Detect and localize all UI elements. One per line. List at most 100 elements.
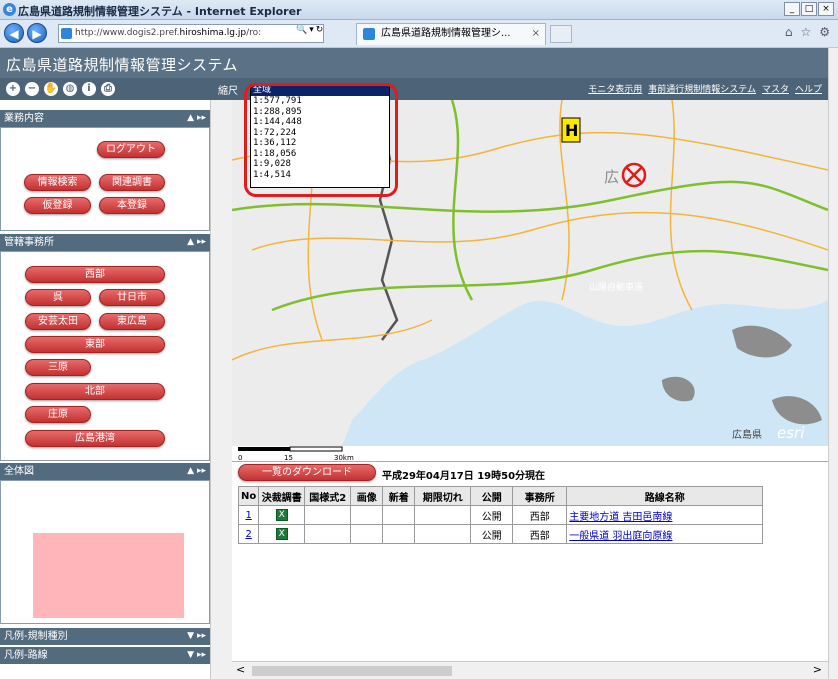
route-link[interactable]: 一般県道 羽出庭向原線 xyxy=(569,531,672,542)
col-new[interactable]: 新着 xyxy=(382,486,416,506)
office-west-button[interactable]: 西部 xyxy=(25,266,165,283)
panel-header-legend-route[interactable]: 凡例-路線 ▼ ▸▸ xyxy=(0,647,210,664)
page-scrollbar[interactable] xyxy=(828,48,838,679)
svg-text:0: 0 xyxy=(238,454,242,462)
panel-expand-icon[interactable]: ▼ ▸▸ xyxy=(187,647,206,664)
back-icon[interactable]: ◀ xyxy=(4,23,24,43)
col-expired[interactable]: 期限切れ xyxy=(414,486,472,506)
excel-icon[interactable]: X xyxy=(275,528,288,540)
page-icon xyxy=(61,28,72,39)
table-row[interactable]: 1 X 公開 西部 主要地方道 吉田邑南線 xyxy=(237,505,764,525)
logout-button[interactable]: ログアウト xyxy=(97,141,165,158)
col-image[interactable]: 画像 xyxy=(350,486,384,506)
col-decision[interactable]: 決裁調書 xyxy=(258,486,306,506)
cell-image xyxy=(350,505,384,525)
tab-close-icon[interactable]: × xyxy=(532,24,540,44)
print-icon[interactable]: ⎙ xyxy=(101,82,115,96)
office-east-button[interactable]: 東部 xyxy=(25,336,165,353)
horizontal-scrollbar[interactable]: < > xyxy=(232,661,828,679)
panel-header-business[interactable]: 業務内容 ▲ ▸▸ xyxy=(0,110,210,127)
overview-extent-box[interactable] xyxy=(33,533,184,618)
favorites-icon[interactable]: ☆ xyxy=(800,25,811,39)
zoom-in-icon[interactable]: + xyxy=(6,82,20,96)
panel-collapse-icon[interactable]: ▲ ▸▸ xyxy=(187,234,206,251)
settings-icon[interactable]: ⚙ xyxy=(819,25,830,39)
info-icon[interactable]: i xyxy=(82,82,96,96)
info-search-button[interactable]: 情報検索 xyxy=(24,174,91,191)
panel-collapse-icon[interactable]: ▲ ▸▸ xyxy=(187,463,206,480)
results-timestamp: 平成29年04月17日 19時50分現在 xyxy=(382,471,546,482)
favicon-icon xyxy=(363,28,375,40)
link-monitor[interactable]: モニタ表示用 xyxy=(588,82,642,95)
row-number-link[interactable]: 1 xyxy=(245,510,251,521)
cell-form2 xyxy=(304,505,352,525)
zoom-out-icon[interactable]: − xyxy=(25,82,39,96)
address-bar[interactable]: http://www.dogis2.pref.hiroshima.lg.jp/r… xyxy=(58,24,324,43)
panel-overview xyxy=(0,480,210,624)
panel-business: ログアウト 情報検索 関連調書 仮登録 本登録 xyxy=(0,127,210,231)
panel-header-legend-regulation[interactable]: 凡例-規制種別 ▼ ▸▸ xyxy=(0,628,210,645)
globe-icon[interactable]: ◍ xyxy=(63,82,77,96)
col-route[interactable]: 路線名称 xyxy=(566,486,764,506)
browser-tab[interactable]: 広島県道路規制情報管理シ... × xyxy=(356,23,546,45)
excel-icon[interactable]: X xyxy=(275,509,288,521)
maximize-icon[interactable]: □ xyxy=(801,2,817,16)
office-mihara-button[interactable]: 三原 xyxy=(25,359,91,376)
new-tab-button[interactable] xyxy=(550,25,572,43)
panel-collapse-icon[interactable]: ▲ ▸▸ xyxy=(187,110,206,127)
refresh-icon[interactable]: ↻ xyxy=(316,25,324,35)
table-header-row: No 決裁調書 国様式2 画像 新着 期限切れ 公開 事務所 路線名称 xyxy=(237,486,764,506)
office-shobara-button[interactable]: 庄原 xyxy=(25,406,91,423)
route-link[interactable]: 主要地方道 吉田邑南線 xyxy=(569,512,672,523)
panel-title-offices: 管轄事務所 xyxy=(4,237,54,248)
row-number-link[interactable]: 2 xyxy=(245,529,251,540)
link-pre-regulation[interactable]: 事前通行規制情報システム xyxy=(648,82,756,95)
close-icon[interactable]: × xyxy=(818,2,834,16)
scroll-left-icon[interactable]: < xyxy=(236,663,245,676)
forward-icon[interactable]: ▶ xyxy=(27,23,47,43)
panel-header-offices[interactable]: 管轄事務所 ▲ ▸▸ xyxy=(0,234,210,251)
office-aki-ota-button[interactable]: 安芸太田 xyxy=(25,313,91,330)
office-north-button[interactable]: 北部 xyxy=(25,383,165,400)
sidebar-splitter[interactable] xyxy=(210,100,232,679)
panel-header-overview[interactable]: 全体図 ▲ ▸▸ xyxy=(0,463,210,480)
minimize-icon[interactable]: _ xyxy=(784,2,800,16)
scroll-right-icon[interactable]: > xyxy=(813,663,822,676)
col-no[interactable]: No xyxy=(237,486,260,506)
col-form2[interactable]: 国様式2 xyxy=(304,486,352,506)
results-toolbar: 一覧のダウンロード 平成29年04月17日 19時50分現在 xyxy=(232,462,828,484)
link-help[interactable]: ヘルプ xyxy=(795,82,822,95)
address-domain: hiroshima.lg.jp xyxy=(179,28,247,38)
cell-public: 公開 xyxy=(470,505,514,525)
svg-text:15: 15 xyxy=(284,454,293,462)
dropdown-icon[interactable]: ▾ xyxy=(309,25,314,35)
office-higashi-hiroshima-button[interactable]: 東広島 xyxy=(99,313,165,330)
office-kure-button[interactable]: 呉 xyxy=(25,289,91,306)
highlight-annotation xyxy=(244,83,398,197)
pan-hand-icon[interactable]: ✋ xyxy=(44,82,58,96)
search-icon[interactable]: 🔍 xyxy=(296,25,307,35)
window-controls: _ □ × xyxy=(784,2,834,16)
panel-expand-icon[interactable]: ▼ ▸▸ xyxy=(187,628,206,645)
left-sidebar: 業務内容 ▲ ▸▸ ログアウト 情報検索 関連調書 仮登録 本登録 管轄事務所 … xyxy=(0,100,232,679)
col-public[interactable]: 公開 xyxy=(470,486,514,506)
home-icon[interactable]: ⌂ xyxy=(785,25,793,39)
office-hatsukaichi-button[interactable]: 廿日市 xyxy=(99,289,165,306)
cell-new xyxy=(382,524,416,544)
table-row[interactable]: 2 X 公開 西部 一般県道 羽出庭向原線 xyxy=(237,524,764,544)
office-port-button[interactable]: 広島港湾 xyxy=(25,430,165,447)
scroll-thumb[interactable] xyxy=(252,666,452,676)
panel-title-legend-route: 凡例-路線 xyxy=(4,650,48,661)
temp-register-button[interactable]: 仮登録 xyxy=(24,197,91,214)
link-master[interactable]: マスタ xyxy=(762,82,789,95)
related-survey-button[interactable]: 関連調書 xyxy=(99,174,165,191)
top-links: モニタ表示用 事前通行規制情報システム マスタ ヘルプ xyxy=(588,82,822,95)
cell-expired xyxy=(414,524,472,544)
cell-image xyxy=(350,524,384,544)
panel-title-overview: 全体図 xyxy=(4,466,34,477)
main-register-button[interactable]: 本登録 xyxy=(99,197,165,214)
download-list-button[interactable]: 一覧のダウンロード xyxy=(238,464,376,481)
app-header: 広島県道路規制情報管理システム xyxy=(0,48,828,78)
address-suffix: /ro: xyxy=(246,28,262,38)
col-office[interactable]: 事務所 xyxy=(512,486,568,506)
